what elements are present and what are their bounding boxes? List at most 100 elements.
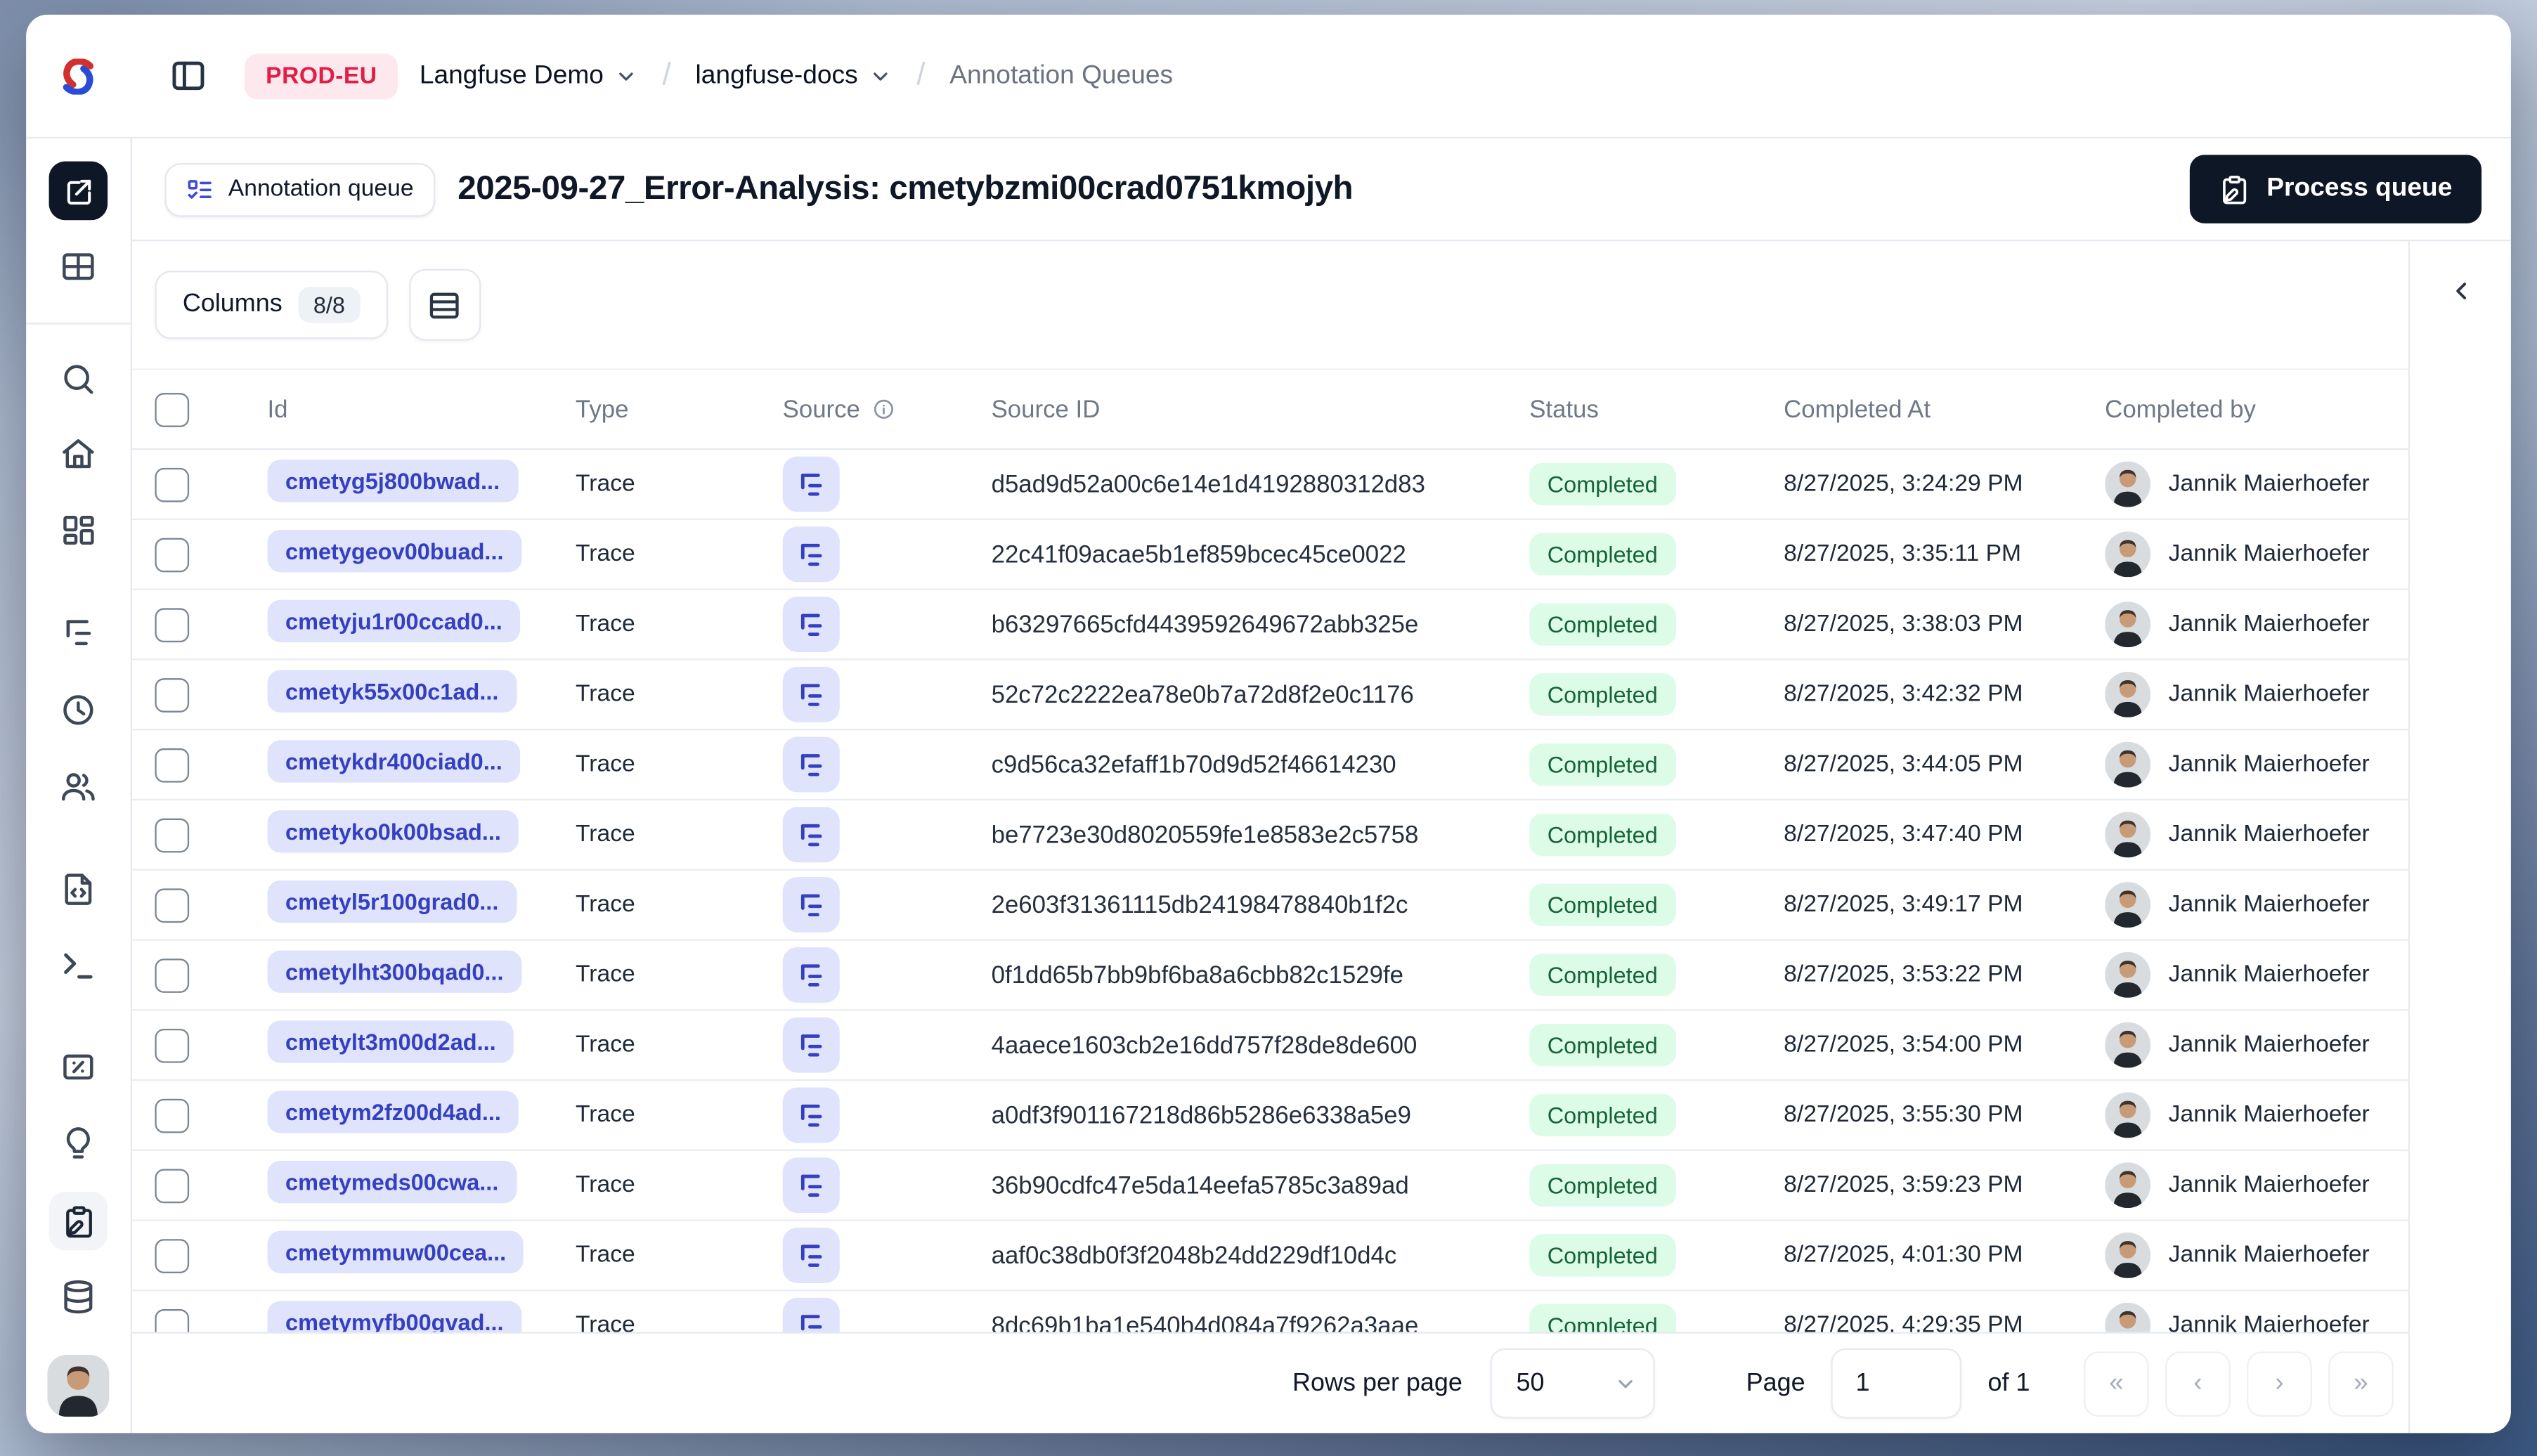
sidebar-item-dashboards[interactable] (60, 512, 97, 549)
table-row[interactable]: cmetymmuw00cea... Trace aaf0c38db0f3f204… (131, 1220, 2408, 1292)
item-id-badge[interactable]: cmetylt3m00d2ad... (267, 1020, 514, 1063)
source-trace-button[interactable] (782, 1087, 840, 1143)
sidebar (26, 138, 132, 1434)
first-page-button[interactable]: « (2084, 1351, 2149, 1416)
item-id-badge[interactable]: cmetygeov00buad... (267, 530, 522, 573)
table-row[interactable]: cmetym2fz00d4ad... Trace a0df3f901167218… (131, 1080, 2408, 1151)
queue-title-bar: Annotation queue 2025-09-27_Error-Analys… (131, 138, 2511, 242)
row-checkbox[interactable] (155, 817, 190, 852)
source-trace-button[interactable] (782, 597, 840, 653)
item-id-badge[interactable]: cmetymeds00cwa... (267, 1160, 517, 1204)
table-row[interactable]: cmetylt3m00d2ad... Trace 4aaece1603cb2e1… (131, 1010, 2408, 1081)
item-id-badge[interactable]: cmetyko0k00bsad... (267, 810, 519, 853)
sidebar-toggle-button[interactable] (167, 55, 209, 97)
sidebar-item-evaluators[interactable] (60, 1048, 97, 1086)
breadcrumb-project[interactable]: langfuse-docs (696, 61, 893, 91)
item-id-badge[interactable]: cmetylht300bqad0... (267, 950, 522, 993)
row-checkbox[interactable] (155, 467, 190, 502)
sidebar-item-playground[interactable] (60, 947, 97, 984)
item-id-badge[interactable]: cmetyl5r100grad0... (267, 880, 517, 923)
row-checkbox[interactable] (155, 1027, 190, 1062)
sidebar-item-annotation-queues-active[interactable] (48, 1191, 108, 1251)
row-height-button[interactable] (408, 268, 481, 341)
source-trace-button[interactable] (782, 877, 840, 933)
item-id-badge[interactable]: cmetyju1r00ccad0... (267, 599, 521, 643)
column-header-status[interactable]: Status (1529, 368, 1784, 450)
previous-page-button[interactable]: ‹ (2165, 1351, 2231, 1416)
column-header-id[interactable]: Id (267, 368, 576, 450)
source-trace-button[interactable] (782, 1157, 840, 1214)
process-queue-button[interactable]: Process queue (2190, 155, 2482, 223)
sidebar-item-users[interactable] (60, 768, 97, 805)
item-id-badge[interactable]: cmetyg5j800bwad... (267, 460, 518, 502)
trace-tree-icon (800, 893, 822, 916)
select-all-checkbox[interactable] (155, 391, 190, 427)
last-page-button[interactable]: » (2328, 1351, 2394, 1416)
table-row[interactable]: cmetykdr400ciad0... Trace c9d56ca32efaff… (131, 729, 2408, 801)
table-row[interactable]: cmetymyfb00gvad... Trace 8dc69b1ba1e540b… (131, 1290, 2408, 1332)
dashboard-icon (63, 516, 94, 545)
sidebar-item-insights[interactable] (60, 1125, 97, 1162)
source-trace-button[interactable] (782, 456, 840, 512)
row-checkbox[interactable] (155, 888, 190, 922)
source-id: 2e603f31361115db24198478840b1f2c (991, 890, 1408, 919)
item-type: Trace (575, 1172, 635, 1199)
column-header-type[interactable]: Type (575, 368, 783, 450)
sidebar-item-datasets[interactable] (60, 1278, 97, 1315)
column-header-completed-at[interactable]: Completed At (1784, 368, 2105, 450)
table-row[interactable]: cmetyl5r100grad0... Trace 2e603f31361115… (131, 869, 2408, 941)
sidebar-item-search[interactable] (60, 360, 97, 398)
table-row[interactable]: cmetymeds00cwa... Trace 36b90cdfc47e5da1… (131, 1150, 2408, 1221)
sidebar-item-tables[interactable] (60, 248, 97, 285)
source-trace-button[interactable] (782, 1017, 840, 1073)
source-trace-button[interactable] (782, 1227, 840, 1283)
table-row[interactable]: cmetyko0k00bsad... Trace be7723e30d80205… (131, 799, 2408, 871)
trace-tree-icon (800, 963, 822, 986)
column-header-source-id[interactable]: Source ID (991, 368, 1530, 450)
item-id-badge[interactable]: cmetymmuw00cea... (267, 1230, 524, 1273)
item-id-badge[interactable]: cmetykdr400ciad0... (267, 740, 521, 783)
source-trace-button[interactable] (782, 1297, 840, 1332)
source-trace-button[interactable] (782, 736, 840, 793)
table-row[interactable]: cmetygeov00buad... Trace 22c41f09acae5b1… (131, 519, 2408, 590)
row-checkbox[interactable] (155, 1168, 190, 1203)
table-row[interactable]: cmetylht300bqad0... Trace 0f1dd65b7bb9bf… (131, 940, 2408, 1011)
columns-button[interactable]: Columns 8/8 (155, 271, 388, 339)
source-trace-button[interactable] (782, 947, 840, 1003)
row-checkbox[interactable] (155, 677, 190, 712)
column-header-completed-by[interactable]: Completed by (2105, 368, 2408, 450)
queue-type-badge[interactable]: Annotation queue (164, 162, 435, 216)
row-checkbox[interactable] (155, 1098, 190, 1133)
row-checkbox[interactable] (155, 537, 190, 572)
completed-at: 8/27/2025, 3:54:00 PM (1784, 1032, 2023, 1058)
source-trace-button[interactable] (782, 666, 840, 722)
next-page-button[interactable]: › (2247, 1351, 2312, 1416)
page-number-input[interactable] (1831, 1348, 1962, 1419)
row-checkbox[interactable] (155, 1238, 190, 1273)
collapse-panel-button[interactable] (2436, 266, 2485, 315)
table-row[interactable]: cmetyju1r00ccad0... Trace b63297665cfd44… (131, 589, 2408, 661)
source-trace-button[interactable] (782, 807, 840, 863)
item-id-badge[interactable]: cmetyk55x00c1ad... (267, 670, 517, 713)
source-trace-button[interactable] (782, 526, 840, 583)
table-row[interactable]: cmetyg5j800bwad... Trace d5ad9d52a00c6e1… (131, 449, 2408, 521)
breadcrumb-org[interactable]: Langfuse Demo (420, 61, 638, 91)
open-external-button[interactable] (48, 161, 108, 221)
row-checkbox[interactable] (155, 747, 190, 782)
row-checkbox[interactable] (155, 958, 190, 992)
sidebar-item-prompts[interactable] (60, 871, 97, 908)
rows-per-page-select[interactable]: 50 (1490, 1348, 1655, 1419)
item-id-badge[interactable]: cmetymyfb00gvad... (267, 1301, 522, 1332)
sidebar-item-sessions[interactable] (60, 691, 97, 729)
sidebar-item-home[interactable] (60, 435, 97, 472)
column-header-source[interactable]: Source (782, 368, 992, 450)
row-checkbox[interactable] (155, 607, 190, 642)
table-row[interactable]: cmetyk55x00c1ad... Trace 52c72c2222ea78e… (131, 659, 2408, 731)
user-avatar[interactable] (47, 1354, 110, 1417)
sidebar-item-tracing[interactable] (60, 615, 97, 652)
environment-badge[interactable]: PROD-EU (245, 53, 398, 99)
langfuse-logo[interactable] (26, 58, 130, 94)
item-id-badge[interactable]: cmetym2fz00d4ad... (267, 1091, 519, 1133)
row-checkbox[interactable] (155, 1308, 190, 1332)
info-icon[interactable] (871, 398, 894, 420)
